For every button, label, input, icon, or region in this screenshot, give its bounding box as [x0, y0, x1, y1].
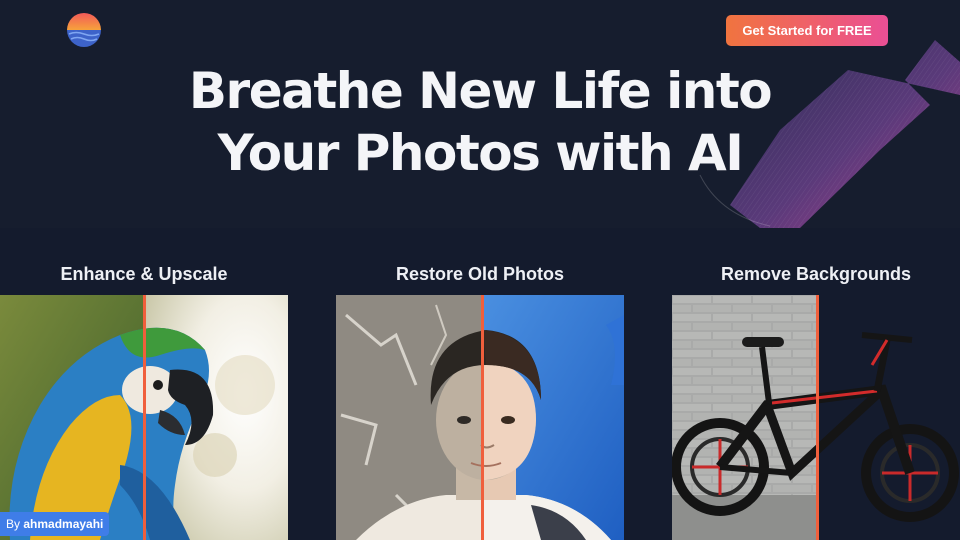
old-portrait-boy-photo [336, 295, 624, 540]
feature-title-restore: Restore Old Photos [395, 264, 565, 284]
remove-bg-comparison-image[interactable] [672, 295, 960, 540]
enhance-comparison-image[interactable] [0, 295, 288, 540]
feature-title-remove-bg: Remove Backgrounds [720, 264, 912, 284]
credit-author: ahmadmayahi [23, 517, 104, 531]
credit-prefix: By [6, 517, 21, 531]
sunset-logo-icon[interactable] [66, 12, 102, 48]
hero-headline: Breathe New Life into Your Photos with A… [0, 60, 960, 184]
comparison-slider-handle[interactable] [816, 295, 819, 540]
restore-comparison-image[interactable] [336, 295, 624, 540]
photo-credit-badge[interactable]: By ahmadmayahi [0, 512, 110, 536]
comparison-slider-handle[interactable] [143, 295, 146, 540]
hero-section: Get Started for FREE Breathe New Life in… [0, 0, 960, 228]
get-started-button[interactable]: Get Started for FREE [726, 15, 888, 46]
headline-line-2: Your Photos with AI [217, 124, 744, 182]
headline-line-1: Breathe New Life into [188, 62, 773, 120]
comparison-slider-handle[interactable] [481, 295, 484, 540]
feature-title-enhance: Enhance & Upscale [60, 264, 228, 284]
